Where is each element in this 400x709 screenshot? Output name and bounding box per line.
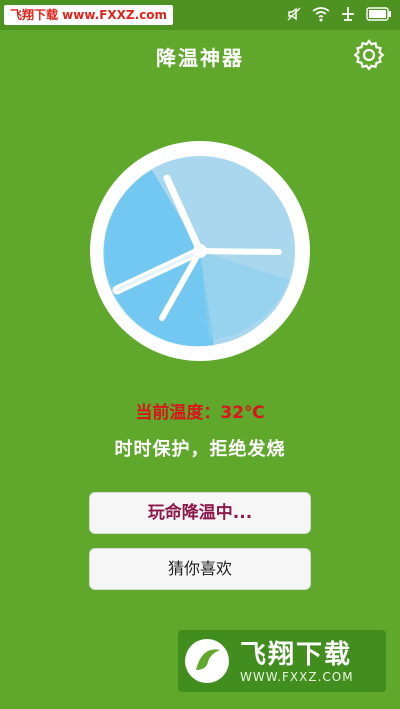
watermark-url: WWW.FXXZ.COM — [240, 670, 354, 684]
slogan-text: 时时保护，拒绝发烧 — [114, 439, 286, 460]
watermark-title: 飞翔下载 — [240, 640, 353, 670]
gear-icon — [353, 39, 385, 71]
settings-button[interactable] — [352, 38, 386, 72]
status-bar: 飞翔下载 www.FXXZ.com — [0, 0, 400, 30]
cool-down-button[interactable]: 玩命降温中... — [89, 492, 311, 534]
battery-icon — [366, 7, 392, 21]
recommend-button[interactable]: 猜你喜欢 — [89, 548, 311, 590]
logo-icon — [185, 639, 229, 683]
temperature-text: 当前温度：32℃ — [135, 403, 265, 423]
status-icons — [286, 6, 392, 22]
page-title: 降温神器 — [156, 46, 244, 70]
watermark-top: 飞翔下载 www.FXXZ.com — [4, 5, 174, 25]
airplane-icon — [340, 6, 356, 22]
mute-icon — [286, 6, 302, 22]
watermark-bottom: 飞翔下载 WWW.FXXZ.COM — [178, 630, 386, 692]
fan-dial[interactable] — [89, 140, 311, 362]
fan-icon — [90, 141, 310, 361]
wifi-icon — [312, 6, 330, 22]
